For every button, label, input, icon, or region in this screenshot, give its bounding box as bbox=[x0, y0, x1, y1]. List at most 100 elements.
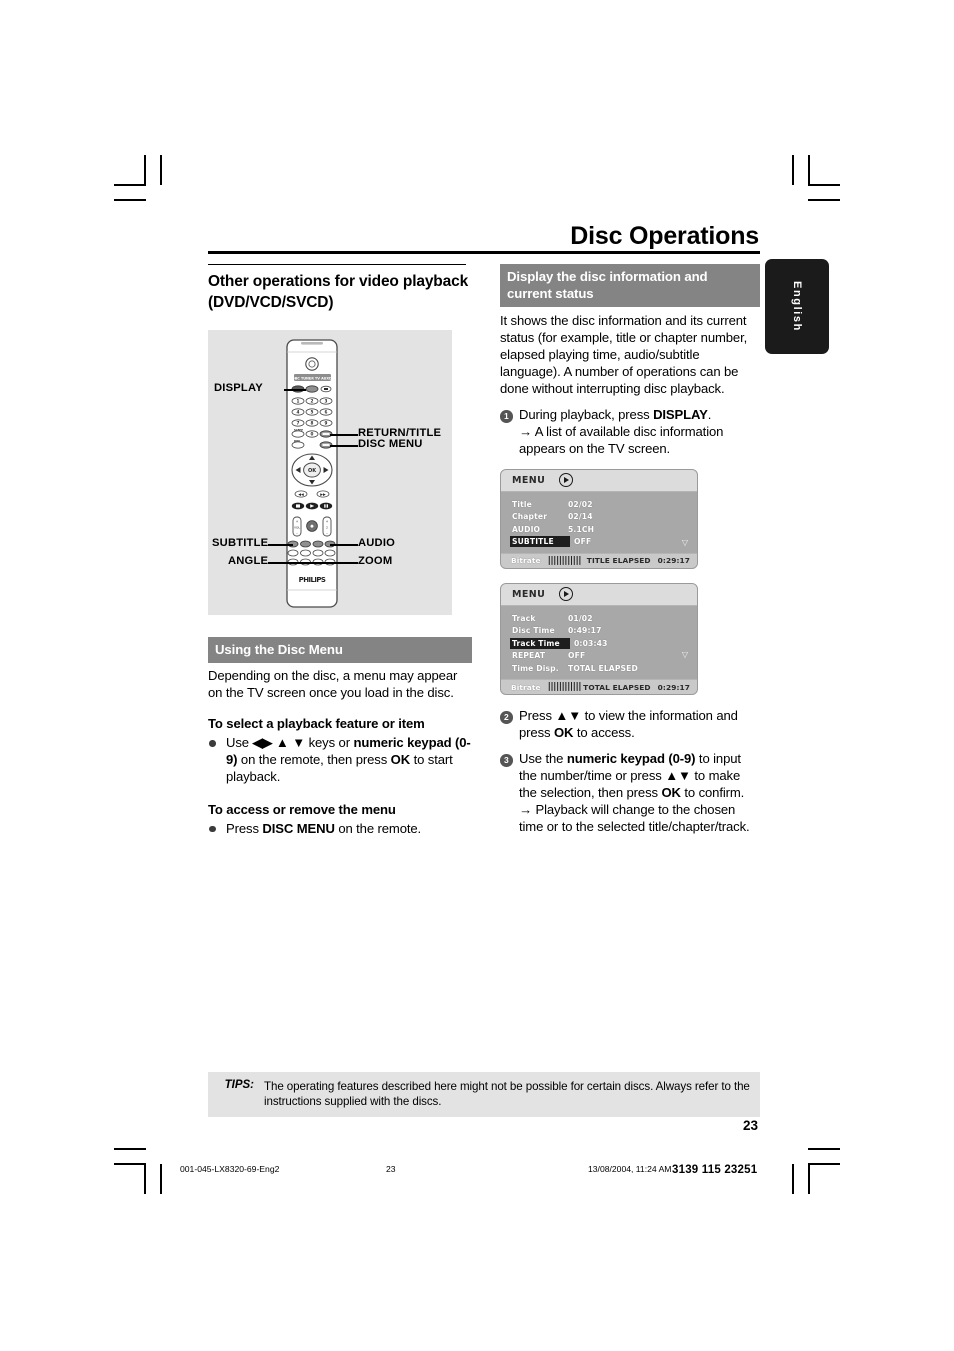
language-tab-label: English bbox=[791, 281, 803, 332]
crop-mark-top-left bbox=[144, 155, 146, 185]
osd-row-value: 5.1CH bbox=[568, 524, 595, 534]
osd-row: Time Disp. TOTAL ELAPSED bbox=[501, 662, 697, 675]
crop-mark-top-left bbox=[114, 199, 146, 201]
svg-text:PHILIPS: PHILIPS bbox=[299, 576, 326, 584]
osd-titlebar: MENU bbox=[501, 469, 697, 492]
bitrate-bars: |||||||||||| bbox=[547, 555, 582, 566]
svg-text:4: 4 bbox=[297, 410, 300, 415]
bullet-dot-icon bbox=[209, 825, 216, 833]
elapsed-label: TITLE ELAPSED bbox=[586, 556, 651, 566]
svg-text:1: 1 bbox=[297, 399, 300, 404]
svg-text:SLEEP: SLEEP bbox=[294, 428, 303, 432]
osd-row-value: 01/02 bbox=[568, 613, 593, 623]
osd-row-key: Time Disp. bbox=[512, 663, 559, 673]
osd-row-value: 0:49:17 bbox=[568, 626, 602, 636]
crop-mark-top-left bbox=[160, 155, 162, 185]
crop-mark-bottom-right bbox=[808, 1148, 840, 1150]
svg-text:9: 9 bbox=[325, 421, 328, 426]
print-footer-doc-id: 3139 115 23251 bbox=[672, 1164, 758, 1176]
osd-row-key: Title bbox=[512, 499, 532, 509]
leader-line-zoom bbox=[330, 562, 358, 564]
osd-row-value: OFF bbox=[568, 651, 586, 661]
elapsed-time: 0:29:17 bbox=[657, 556, 690, 566]
svg-text:2: 2 bbox=[311, 399, 314, 404]
step-3: 3 Use the numeric keypad (0-9) to input … bbox=[500, 751, 760, 836]
crop-mark-top-right bbox=[808, 199, 840, 201]
step-1-result: → A list of available disc information a… bbox=[519, 424, 724, 456]
left-section-heading: Other operations for video playback (DVD… bbox=[208, 273, 469, 311]
callout-subtitle: SUBTITLE bbox=[212, 537, 269, 550]
bitrate-bars: |||||||||||| bbox=[547, 682, 582, 693]
step-2: 2 Press ▲▼ to view the information and p… bbox=[500, 708, 760, 742]
bullet-select-playback: Use ◀▶ ▲ ▼ keys or numeric keypad (0-9) … bbox=[208, 735, 472, 786]
svg-text:3: 3 bbox=[325, 399, 328, 404]
svg-text:8: 8 bbox=[311, 421, 314, 426]
step-3-text: Use the numeric keypad (0-9) to input th… bbox=[519, 751, 745, 801]
disc-menu-section-heading: Using the Disc Menu bbox=[208, 637, 472, 664]
bullet-select-playback-text: Use ◀▶ ▲ ▼ keys or numeric keypad (0-9) … bbox=[226, 735, 471, 785]
osd-row-value: OFF bbox=[574, 537, 592, 547]
svg-text:2: 2 bbox=[326, 526, 328, 530]
print-footer-page: 23 bbox=[386, 1164, 396, 1174]
crop-mark-bottom-right bbox=[808, 1164, 810, 1194]
step-3-number: 3 bbox=[500, 754, 513, 767]
osd-body: Title 02/02 Chapter 02/14 AUDIO 5.1CH SU… bbox=[501, 491, 697, 553]
left-heading-rule bbox=[208, 264, 466, 266]
osd-row-key: Disc Time bbox=[512, 626, 555, 636]
scroll-down-caret-icon: ▽ bbox=[681, 650, 688, 660]
elapsed-time: 0:29:17 bbox=[657, 682, 690, 692]
svg-text:DBC TUNER TV AUXDI: DBC TUNER TV AUXDI bbox=[292, 377, 333, 381]
svg-text:5: 5 bbox=[311, 410, 314, 415]
crop-mark-bottom-right bbox=[808, 1163, 840, 1165]
svg-text:7: 7 bbox=[297, 421, 300, 426]
osd-row-value: 02/14 bbox=[568, 512, 593, 522]
osd-row: AUDIO 5.1CH bbox=[501, 523, 697, 536]
osd-footer: Bitrate |||||||||||| TITLE ELAPSED 0:29:… bbox=[501, 552, 697, 568]
osd-row: Disc Time 0:49:17 bbox=[501, 624, 697, 637]
osd-titlebar: MENU bbox=[501, 583, 697, 606]
osd-row-key: AUDIO bbox=[512, 524, 541, 534]
callout-disc-menu: DISC MENU bbox=[358, 438, 423, 451]
crop-mark-bottom-left bbox=[144, 1164, 146, 1194]
leader-line-audio bbox=[330, 544, 358, 546]
step-1-text: During playback, press DISPLAY. bbox=[519, 407, 712, 423]
svg-text:OK: OK bbox=[308, 468, 317, 474]
svg-text:0: 0 bbox=[311, 432, 314, 437]
osd-row-key: Track bbox=[512, 613, 536, 623]
step-3-result: → Playback will change to the chosen tim… bbox=[519, 802, 750, 835]
scroll-down-caret-icon: ▽ bbox=[681, 537, 688, 547]
bullet-dot-icon bbox=[209, 740, 216, 747]
leader-line-return-title bbox=[330, 434, 358, 436]
osd-menu-label: MENU bbox=[512, 474, 546, 486]
step-2-number: 2 bbox=[500, 711, 513, 724]
crop-mark-bottom-left bbox=[160, 1164, 162, 1194]
leader-line-angle bbox=[268, 562, 330, 564]
svg-text:VOL: VOL bbox=[294, 526, 300, 530]
language-tab: English bbox=[765, 259, 829, 354]
page-title: Disc Operations bbox=[570, 222, 759, 250]
osd-body: Track 01/02 Disc Time 0:49:17 Track Time… bbox=[501, 605, 697, 680]
svg-text:+: + bbox=[326, 520, 329, 524]
osd-row-key: Track Time bbox=[510, 637, 570, 649]
osd-row: Title 02/02 bbox=[501, 498, 697, 511]
bullet-access-menu: Press DISC MENU on the remote. bbox=[208, 821, 472, 838]
step-1: 1 During playback, press DISPLAY. → A li… bbox=[500, 407, 760, 458]
crop-mark-bottom-left bbox=[114, 1148, 146, 1150]
step-1-number: 1 bbox=[500, 410, 513, 423]
left-column: Other operations for video playback (DVD… bbox=[208, 264, 472, 838]
crop-mark-top-left bbox=[114, 184, 146, 186]
disc-menu-intro: Depending on the disc, a menu may appear… bbox=[208, 668, 458, 701]
osd-row-key: REPEAT bbox=[512, 651, 546, 661]
subhead-access-menu: To access or remove the menu bbox=[208, 801, 396, 817]
osd-row: REPEAT OFF bbox=[501, 649, 697, 662]
svg-text:▶▶: ▶▶ bbox=[320, 493, 326, 497]
display-info-intro: It shows the disc information and its cu… bbox=[500, 313, 748, 397]
remote-control-illustration: DBC TUNER TV AUXDI 1 2 3 4 5 6 7 8 9 0 S… bbox=[286, 339, 338, 608]
svg-text:–: – bbox=[326, 531, 328, 535]
print-footer-job-name: 001-045-LX8320-69-Eng2 bbox=[180, 1164, 280, 1174]
osd-footer: Bitrate |||||||||||| TOTAL ELAPSED 0:29:… bbox=[501, 679, 697, 695]
svg-text:✹: ✹ bbox=[310, 524, 314, 530]
callout-angle: ANGLE bbox=[228, 555, 269, 568]
bitrate-label: Bitrate bbox=[511, 556, 541, 566]
leader-line-subtitle bbox=[268, 544, 293, 546]
